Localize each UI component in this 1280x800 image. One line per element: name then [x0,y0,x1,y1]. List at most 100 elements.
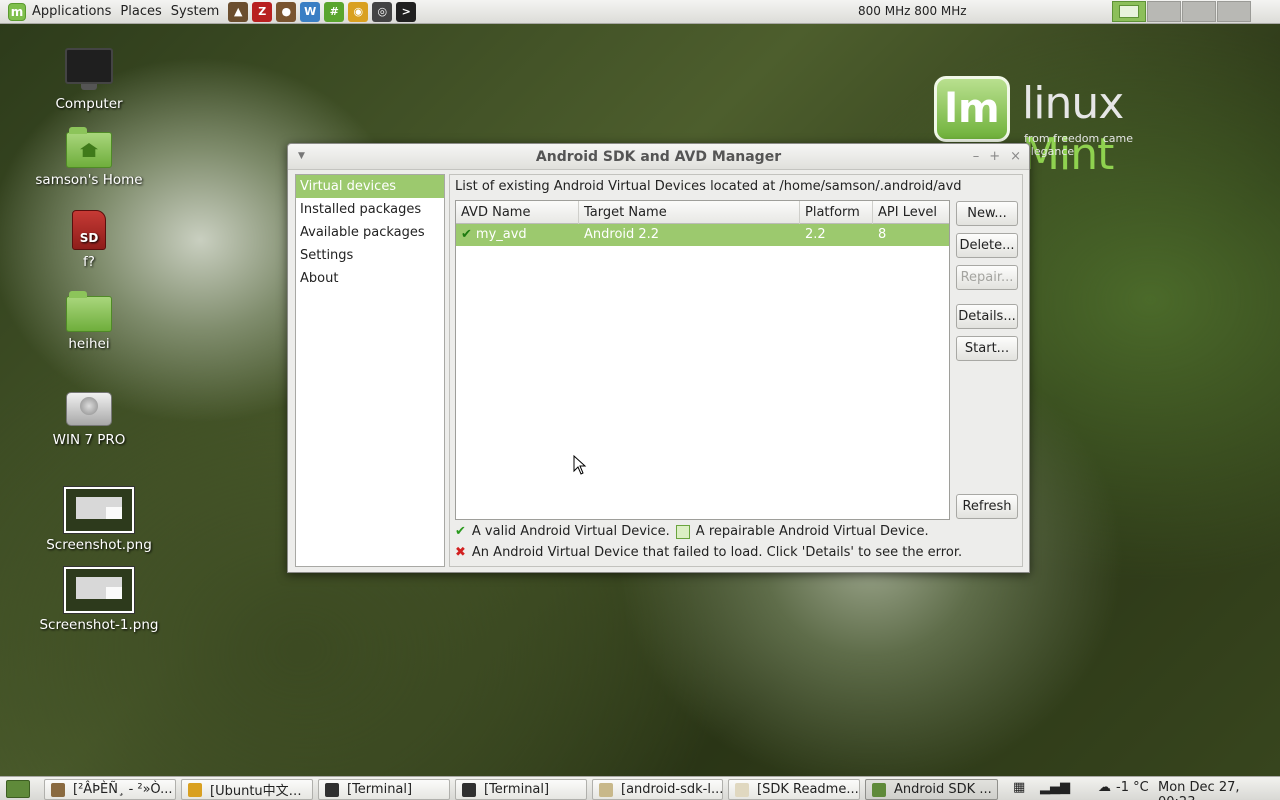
weather-icon[interactable]: ☁︎ [1098,780,1111,795]
desktop-icon-sd-card[interactable]: SD f? [19,210,159,270]
table-row[interactable]: ✔ my_avd Android 2.2 2.2 8 [456,224,949,246]
column-header-api-level[interactable]: API Level [873,201,949,224]
firefox-icon[interactable]: ◎ [372,1,393,22]
sdk-avd-manager-window: ▼ Android SDK and AVD Manager – + × Virt… [287,143,1030,573]
task-app-icon [872,782,886,797]
image-file-icon [64,487,134,533]
desktop-icon-label: Computer [55,96,123,112]
desktop-icon-screenshot-1[interactable]: Screenshot-1.png [29,567,169,633]
desktop-icon-label: Screenshot.png [46,537,152,553]
terminal-hash-icon[interactable]: # [324,1,345,22]
menu-places[interactable]: Places [120,4,161,19]
linux-mint-logo: lm linux Mint from freedom came elegance [934,74,1184,180]
terminal-icon[interactable]: > [396,1,417,22]
avd-location-caption: List of existing Android Virtual Devices… [455,179,962,194]
valid-check-icon: ✔ [461,227,472,242]
clock[interactable]: Mon Dec 27, 00:23 [1158,780,1280,800]
task-app-icon [735,782,749,797]
top-panel: m Applications Places System ▲ Z ● W # ◉ ◎ > 80… [0,0,1280,24]
delete-button[interactable]: Delete... [956,233,1018,258]
maximize-button[interactable]: + [989,149,1000,164]
filezilla-icon[interactable]: Z [252,1,273,22]
sidebar-item-virtual-devices[interactable]: Virtual devices [296,175,444,198]
desktop-icon-computer[interactable]: Computer [19,48,159,112]
mint-logo-icon: lm [934,76,1010,142]
desktop-icon-win7[interactable]: WIN 7 PRO [19,392,159,448]
task-app-icon [188,782,202,797]
workspace-3[interactable] [1182,1,1216,22]
window-title: Android SDK and AVD Manager [535,148,782,165]
menu-applications[interactable]: Applications [32,4,111,19]
window-titlebar[interactable]: ▼ Android SDK and AVD Manager – + × [288,144,1029,170]
task-app-icon [51,782,65,797]
taskbar-button[interactable]: [Terminal] [318,779,450,800]
volume-icon[interactable]: 🔈︎ [1066,780,1074,795]
column-header-avd-name[interactable]: AVD Name [456,201,579,224]
mouse-pointer-icon [573,455,587,475]
taskbar-button-label: [Terminal] [347,782,413,797]
weather-temperature: -1 °C [1116,780,1149,795]
column-header-target-name[interactable]: Target Name [579,201,800,224]
mint-tagline: from freedom came elegance [1024,132,1133,158]
sidebar-item-settings[interactable]: Settings [296,244,444,267]
desktop-icon-label: WIN 7 PRO [52,432,126,448]
sd-card-icon: SD [72,210,106,250]
sidebar-item-about[interactable]: About [296,267,444,290]
sidebar-item-installed-packages[interactable]: Installed packages [296,198,444,221]
legend-row: ✖ An Android Virtual Device that failed … [455,545,962,560]
workspace-switcher[interactable] [1112,1,1252,22]
start-button[interactable]: Start... [956,336,1018,361]
legend-valid-text: A valid Android Virtual Device. [471,524,670,539]
bottom-panel: [²ÂÞÈÑ¸ - ²»Ò... [Ubuntu中文… [Terminal] [Ter… [0,776,1280,800]
minimize-button[interactable]: – [973,149,980,164]
window-menu-icon[interactable]: ▼ [298,151,305,161]
desktop-icon-screenshot[interactable]: Screenshot.png [29,487,169,553]
desktop-icon-home[interactable]: samson's Home [19,127,159,188]
taskbar-button[interactable]: [Terminal] [455,779,587,800]
system-monitor-icon[interactable]: ▲ [228,1,249,22]
taskbar-button[interactable]: [SDK Readme... [728,779,860,800]
task-app-icon [599,782,613,797]
legend-failed-text: An Android Virtual Device that failed to… [471,545,963,560]
error-x-icon: ✖ [455,545,466,560]
new-button[interactable]: New... [956,201,1018,226]
details-button[interactable]: Details... [956,304,1018,329]
valid-check-icon: ✔ [455,524,466,539]
legend-row: ✔ A valid Android Virtual Device. A repa… [455,524,929,539]
show-desktop-icon[interactable] [6,780,30,798]
virtual-devices-panel: List of existing Android Virtual Devices… [449,174,1023,567]
chrome-icon[interactable]: ◉ [348,1,369,22]
taskbar-button[interactable]: [Ubuntu中文… [181,779,313,800]
image-file-icon [64,567,134,613]
taskbar-button[interactable]: [android-sdk-l... [592,779,723,800]
workspace-2[interactable] [1147,1,1181,22]
avd-name-cell: my_avd [475,227,527,242]
taskbar-button[interactable]: [²ÂÞÈÑ¸ - ²»Ò... [44,779,176,800]
writer-icon[interactable]: W [300,1,321,22]
repair-button[interactable]: Repair... [956,265,1018,290]
taskbar-button-label: [²ÂÞÈÑ¸ - ²»Ò... [73,782,173,797]
home-folder-icon [66,127,112,168]
close-button[interactable]: × [1010,149,1021,164]
computer-icon [65,48,113,90]
desktop-icon-heihei[interactable]: heihei [19,291,159,352]
desktop-icon-label: Screenshot-1.png [39,617,159,633]
mint-menu-icon[interactable]: m [8,2,26,21]
cpu-frequency-monitor: 800 MHz 800 MHz [858,4,967,18]
folder-icon [66,291,112,332]
workspace-4[interactable] [1217,1,1251,22]
sidebar-item-available-packages[interactable]: Available packages [296,221,444,244]
refresh-button[interactable]: Refresh [956,494,1018,519]
api-level-cell: 8 [878,227,887,242]
taskbar-button-label: Android SDK ... [894,782,992,797]
task-app-icon [325,782,339,797]
taskbar-button[interactable]: Android SDK ... [865,779,998,800]
menu-system[interactable]: System [171,4,219,19]
avd-table[interactable]: AVD Name Target Name Platform API Level … [455,200,950,520]
column-header-platform[interactable]: Platform [800,201,873,224]
keyboard-icon[interactable]: ▦ [1013,780,1025,795]
launcher-bar: ▲ Z ● W # ◉ ◎ > [228,1,420,22]
media-player-icon[interactable]: ● [276,1,297,22]
workspace-1[interactable] [1112,1,1146,22]
taskbar-button-label: [android-sdk-l... [621,782,723,797]
